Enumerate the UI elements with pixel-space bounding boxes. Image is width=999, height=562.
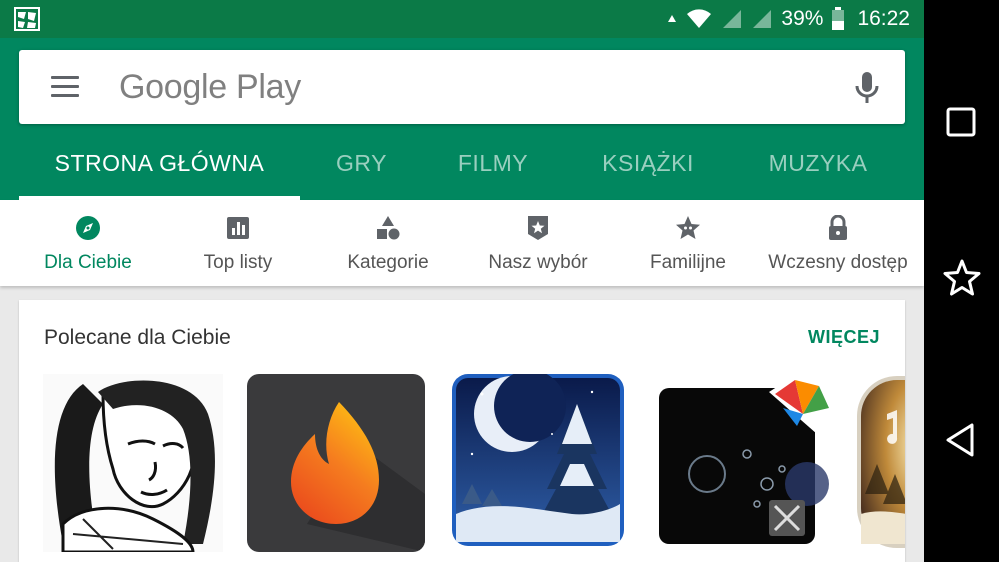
lock-icon	[829, 215, 847, 240]
winter-music-app-icon	[857, 376, 905, 548]
data-arrow-icon	[668, 15, 677, 22]
search-bar[interactable]: Google Play	[19, 50, 905, 124]
menu-icon[interactable]	[51, 76, 79, 98]
recommended-section: Polecane dla Ciebie WIĘCEJ	[19, 300, 905, 562]
tab-games[interactable]: GRY	[300, 126, 423, 200]
status-indicators: 39% 16:22	[667, 0, 910, 38]
subnav-top-charts[interactable]: Top listy	[163, 200, 313, 286]
subnav-label: Top listy	[203, 252, 273, 273]
top-tabs: STRONA GŁÓWNA GRY FILMY KSIĄŻKI MUZYKA	[0, 126, 924, 200]
subnav-label: Dla Ciebie	[44, 252, 132, 273]
recent-apps-icon[interactable]	[942, 103, 982, 143]
battery-percent: 39%	[781, 7, 824, 30]
tab-books[interactable]: KSIĄŻKI	[563, 126, 733, 200]
subnav-editors-choice[interactable]: Nasz wybór	[463, 200, 613, 286]
tab-movies[interactable]: FILMY	[423, 126, 563, 200]
app-tile[interactable]	[452, 374, 624, 546]
status-bar: 39% 16:22	[0, 0, 924, 38]
subnav-label: Familijne	[649, 252, 727, 273]
subnav-for-you[interactable]: Dla Ciebie	[13, 200, 163, 286]
section-title: Polecane dla Ciebie	[44, 326, 231, 349]
app-tile[interactable]	[857, 374, 905, 552]
compass-icon	[76, 216, 100, 240]
subnav-label: Kategorie	[347, 252, 429, 273]
subnav-early-access[interactable]: Wczesny dostęp	[763, 200, 913, 286]
sub-navigation: Dla Ciebie Top listy Kategorie Nasz wybó…	[0, 200, 924, 286]
star-icon[interactable]	[942, 258, 982, 298]
back-icon[interactable]	[942, 420, 982, 460]
signal-icon	[723, 10, 742, 28]
app-header: Google Play STRONA GŁÓWNA GRY FILMY KSIĄ…	[0, 38, 924, 200]
battery-icon	[832, 7, 845, 30]
search-brand[interactable]: Google Play	[119, 68, 301, 107]
sketch-portrait-app-icon	[43, 374, 223, 552]
tab-music[interactable]: MUZYKA	[733, 126, 903, 200]
clock: 16:22	[857, 7, 910, 30]
app-tile[interactable]	[43, 374, 223, 552]
subnav-categories[interactable]: Kategorie	[313, 200, 463, 286]
app-tile[interactable]	[657, 374, 835, 552]
shapes-icon	[377, 216, 400, 240]
wifi-icon	[687, 9, 712, 28]
winter-moon-app-icon	[456, 374, 620, 542]
more-button[interactable]: WIĘCEJ	[808, 327, 880, 348]
flame-app-icon	[291, 402, 425, 552]
star-badge-icon	[528, 216, 548, 240]
subnav-family[interactable]: Familijne	[613, 200, 763, 286]
subnav-label: Nasz wybór	[488, 252, 588, 273]
subnav-label: Wczesny dostęp	[768, 252, 908, 273]
signal-icon	[753, 10, 772, 28]
app-tile[interactable]	[247, 374, 425, 552]
microphone-icon[interactable]	[853, 70, 881, 106]
system-nav-bar	[924, 0, 999, 562]
bar-chart-icon	[227, 217, 249, 239]
bubbles-wallpaper-app-icon	[659, 374, 835, 544]
tab-home[interactable]: STRONA GŁÓWNA	[19, 126, 300, 200]
family-star-icon	[676, 216, 700, 239]
notification-icon	[14, 7, 40, 31]
